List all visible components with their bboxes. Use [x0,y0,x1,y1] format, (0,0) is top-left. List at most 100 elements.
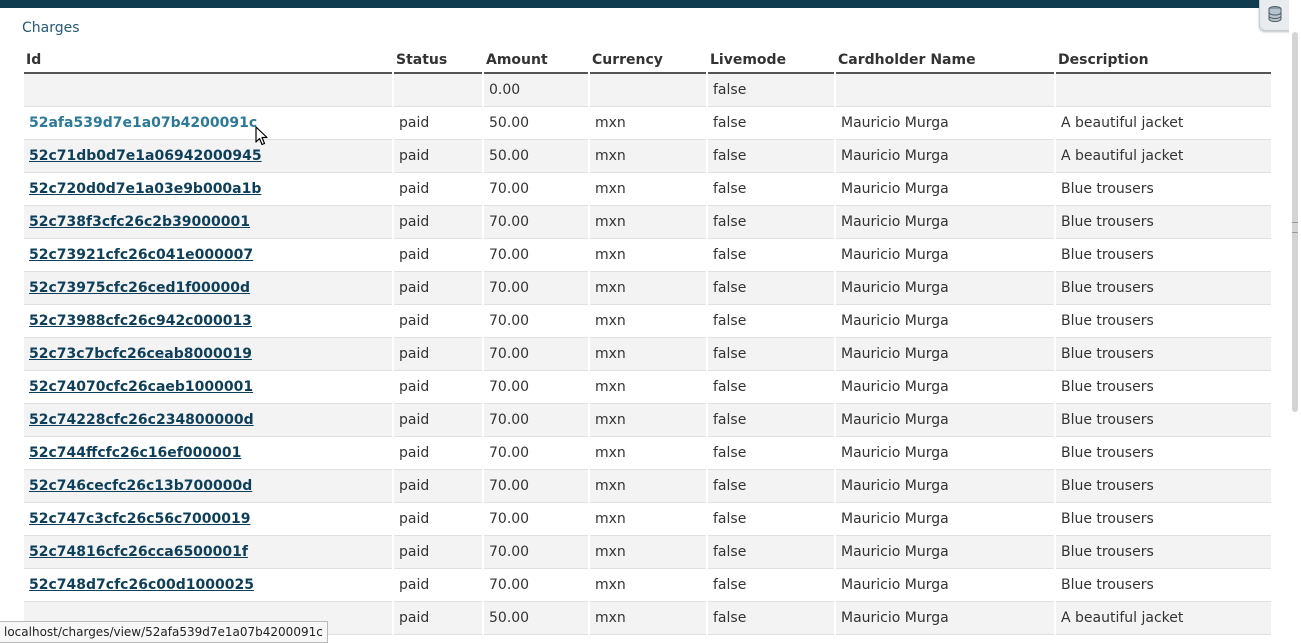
cell-id: 52c746cecfc26c13b700000d [24,470,392,503]
cell-id: 52c720d0d7e1a03e9b000a1b [24,173,392,206]
cell-currency: mxn [590,107,706,140]
charge-id-link[interactable]: 52c73975cfc26ced1f00000d [29,280,250,296]
cell-currency: mxn [590,305,706,338]
table-row: 52c748d7cfc26c00d1000025 paid 70.00 mxn fals… [24,569,1271,602]
cell-id: 52c744ffcfc26c16ef000001 [24,437,392,470]
table-row: 52c73921cfc26c041e000007 paid 70.00 mxn fals… [24,239,1271,272]
cell-amount: 70.00 [484,437,588,470]
cell-status: paid [394,206,482,239]
charge-id-link[interactable]: 52c720d0d7e1a03e9b000a1b [29,181,261,197]
charge-id-link[interactable]: 52c73988cfc26c942c000013 [29,313,252,329]
charge-id-link[interactable]: 52c744ffcfc26c16ef000001 [29,445,241,461]
cell-amount: 70.00 [484,569,588,602]
table-row: 52c738f3cfc26c2b39000001 paid 70.00 mxn fals… [24,206,1271,239]
cell-description: A beautiful jacket [1056,107,1271,140]
cell-currency: mxn [590,239,706,272]
cell-status: paid [394,140,482,173]
charge-id-link[interactable]: 52c74816cfc26cca6500001f [29,544,248,560]
cell-amount: 70.00 [484,305,588,338]
table-row: 52c71db0d7e1a06942000945 paid 50.00 mxn fals… [24,140,1271,173]
cell-livemode: false [708,107,834,140]
charge-id-link[interactable]: 52c74070cfc26caeb1000001 [29,379,253,395]
cell-cardholder-name: Mauricio Murga [836,272,1054,305]
cell-amount: 50.00 [484,602,588,635]
database-icon [1268,6,1282,22]
cell-currency: mxn [590,173,706,206]
cell-id: 52c738f3cfc26c2b39000001 [24,206,392,239]
cell-cardholder-name: Mauricio Murga [836,470,1054,503]
debug-toolbar-toggle[interactable] [1259,0,1291,31]
cell-status: paid [394,536,482,569]
cell-livemode: false [708,272,834,305]
charge-id-link[interactable]: 52c71db0d7e1a06942000945 [29,148,262,164]
cell-description: Blue trousers [1056,470,1271,503]
column-header-description: Description [1056,49,1271,74]
cell-id: 52c74816cfc26cca6500001f [24,536,392,569]
cell-amount: 70.00 [484,272,588,305]
cell-currency: mxn [590,338,706,371]
cell-description: Blue trousers [1056,404,1271,437]
cell-currency: mxn [590,437,706,470]
charge-id-link[interactable]: 52afa539d7e1a07b4200091c [29,115,257,131]
cell-status: paid [394,602,482,635]
column-header-amount: Amount [484,49,588,74]
cell-description: Blue trousers [1056,239,1271,272]
charges-table: Id Status Amount Currency Livemode Cardh… [22,49,1273,635]
cell-cardholder-name: Mauricio Murga [836,173,1054,206]
cell-livemode: false [708,173,834,206]
cell-description: Blue trousers [1056,272,1271,305]
cell-amount: 0.00 [484,74,588,107]
cell-id: 52c71db0d7e1a06942000945 [24,140,392,173]
cell-livemode: false [708,74,834,107]
cell-description: A beautiful jacket [1056,602,1271,635]
cell-amount: 70.00 [484,239,588,272]
table-row: 52afa539d7e1a07b4200091c paid 50.00 mxn fals… [24,107,1271,140]
cell-status: paid [394,305,482,338]
cell-livemode: false [708,305,834,338]
table-row: 52c73988cfc26c942c000013 paid 70.00 mxn fals… [24,305,1271,338]
cell-amount: 70.00 [484,338,588,371]
charge-id-link[interactable]: 52c73921cfc26c041e000007 [29,247,253,263]
cell-livemode: false [708,140,834,173]
mouse-cursor-icon [255,126,268,146]
charge-id-link[interactable]: 52c74228cfc26c234800000d [29,412,254,428]
cell-description: Blue trousers [1056,206,1271,239]
cell-amount: 70.00 [484,470,588,503]
cell-livemode: false [708,338,834,371]
table-row: 52c74816cfc26cca6500001f paid 70.00 mxn fals… [24,536,1271,569]
cell-currency: mxn [590,503,706,536]
table-row: 52c747c3cfc26c56c7000019 paid 70.00 mxn fals… [24,503,1271,536]
cell-id: 52c73975cfc26ced1f00000d [24,272,392,305]
cell-description: Blue trousers [1056,305,1271,338]
cell-status: paid [394,437,482,470]
vertical-scrollbar[interactable] [1289,0,1301,642]
charge-id-link[interactable]: 52c738f3cfc26c2b39000001 [29,214,250,230]
cell-status: paid [394,272,482,305]
cell-id: 52c73988cfc26c942c000013 [24,305,392,338]
cell-cardholder-name [836,74,1054,107]
cell-cardholder-name: Mauricio Murga [836,140,1054,173]
cell-livemode: false [708,404,834,437]
charge-id-link[interactable]: 52c748d7cfc26c00d1000025 [29,577,254,593]
cell-livemode: false [708,602,834,635]
cell-status: paid [394,470,482,503]
cell-description: Blue trousers [1056,503,1271,536]
cell-currency [590,74,706,107]
charge-id-link[interactable]: 52c747c3cfc26c56c7000019 [29,511,250,527]
charge-id-link[interactable]: 52c746cecfc26c13b700000d [29,478,252,494]
cell-currency: mxn [590,272,706,305]
cell-livemode: false [708,470,834,503]
cell-description: Blue trousers [1056,569,1271,602]
cell-id: 52c74070cfc26caeb1000001 [24,371,392,404]
cell-cardholder-name: Mauricio Murga [836,206,1054,239]
cell-status [394,74,482,107]
top-bar [0,0,1301,8]
cell-status: paid [394,338,482,371]
cell-amount: 70.00 [484,404,588,437]
cell-description [1056,74,1271,107]
table-row: 52c746cecfc26c13b700000d paid 70.00 mxn fals… [24,470,1271,503]
cell-livemode: false [708,371,834,404]
cell-id: 52c74228cfc26c234800000d [24,404,392,437]
browser-status-bar: localhost/charges/view/52afa539d7e1a07b4… [0,621,328,643]
charge-id-link[interactable]: 52c73c7bcfc26ceab8000019 [29,346,252,362]
